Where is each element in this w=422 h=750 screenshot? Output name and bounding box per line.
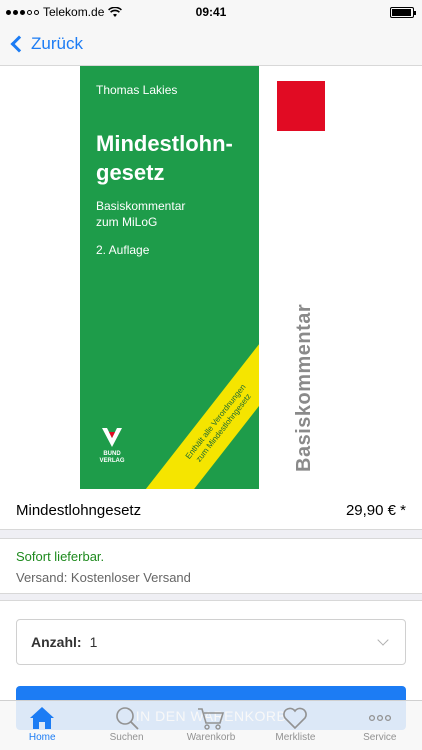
publisher-logo: BUND VERLAG: [98, 426, 126, 470]
book-red-square: [277, 81, 325, 131]
tab-home[interactable]: Home: [0, 701, 84, 750]
book-subtitle: Basiskommentar zum MiLoG: [96, 198, 185, 230]
more-icon: [368, 714, 391, 722]
back-label: Zurück: [31, 34, 83, 53]
product-price: 29,90 € *: [345, 502, 406, 519]
cart-icon: [198, 708, 225, 730]
availability-status: Sofort lieferbar.: [16, 549, 105, 564]
product-title-row: Mindestlohngesetz 29,90 € *: [0, 492, 422, 530]
status-bar: Telekom.de 09:41: [0, 0, 422, 24]
publisher-logo-icon: [102, 428, 122, 447]
book-title: Mindestlohn- gesetz: [96, 129, 233, 187]
home-icon: [30, 707, 55, 729]
chevron-down-icon: [377, 634, 389, 646]
chevron-left-icon: [10, 35, 28, 53]
navigation-bar: Zurück: [0, 24, 422, 66]
book-subtitle-line-2: zum MiLoG: [96, 215, 158, 229]
book-spine-text: Basiskommentar: [293, 303, 315, 472]
book-edition: 2. Auflage: [96, 243, 150, 257]
status-time: 09:41: [195, 5, 227, 19]
tab-home-label: Home: [28, 732, 56, 743]
product-name: Mindestlohngesetz: [16, 502, 142, 519]
tab-bar: Home Suchen Warenkorb Merkliste Service: [0, 700, 422, 750]
tab-wishlist-label: Merkliste: [275, 732, 316, 743]
tab-search-label: Suchen: [109, 732, 144, 743]
book-title-line-1: Mindestlohn-: [96, 131, 233, 156]
book-title-line-2: gesetz: [96, 160, 165, 185]
availability-section: Sofort lieferbar. Versand: Kostenloser V…: [0, 538, 422, 594]
book-banner-line-1: Enthält alle Verordnungen: [183, 382, 248, 461]
publisher-logo-text: BUND VERLAG: [98, 451, 126, 465]
tab-wishlist[interactable]: Merkliste: [253, 701, 337, 750]
book-cover-image: Thomas Lakies Mindestlohn- gesetz Basisk…: [80, 66, 342, 489]
book-author: Thomas Lakies: [96, 83, 178, 97]
heart-icon: [283, 707, 308, 730]
book-banner-line-2: zum Mindestlohngesetz: [194, 391, 253, 464]
back-button[interactable]: Zurück: [8, 34, 83, 54]
battery-icon: [390, 7, 416, 18]
quantity-label: Anzahl:: [31, 634, 82, 650]
search-icon: [115, 707, 139, 730]
tab-service[interactable]: Service: [338, 701, 422, 750]
publisher-name-line-2: VERLAG: [99, 458, 125, 464]
tab-search[interactable]: Suchen: [84, 701, 168, 750]
book-banner: Enthält alle Verordnungen zum Mindestloh…: [143, 334, 259, 489]
publisher-name-line-1: BUND: [103, 451, 121, 457]
quantity-value: 1: [89, 634, 98, 650]
book-cover-front: Thomas Lakies Mindestlohn- gesetz Basisk…: [80, 66, 259, 489]
tab-service-label: Service: [363, 732, 397, 743]
shipping-info: Versand: Kostenloser Versand: [16, 570, 191, 585]
tab-cart[interactable]: Warenkorb: [169, 701, 253, 750]
quantity-select[interactable]: Anzahl: 1: [16, 619, 406, 665]
book-subtitle-line-1: Basiskommentar: [96, 199, 186, 213]
product-image-area: Thomas Lakies Mindestlohn- gesetz Basisk…: [0, 66, 422, 492]
tab-cart-label: Warenkorb: [186, 732, 236, 743]
